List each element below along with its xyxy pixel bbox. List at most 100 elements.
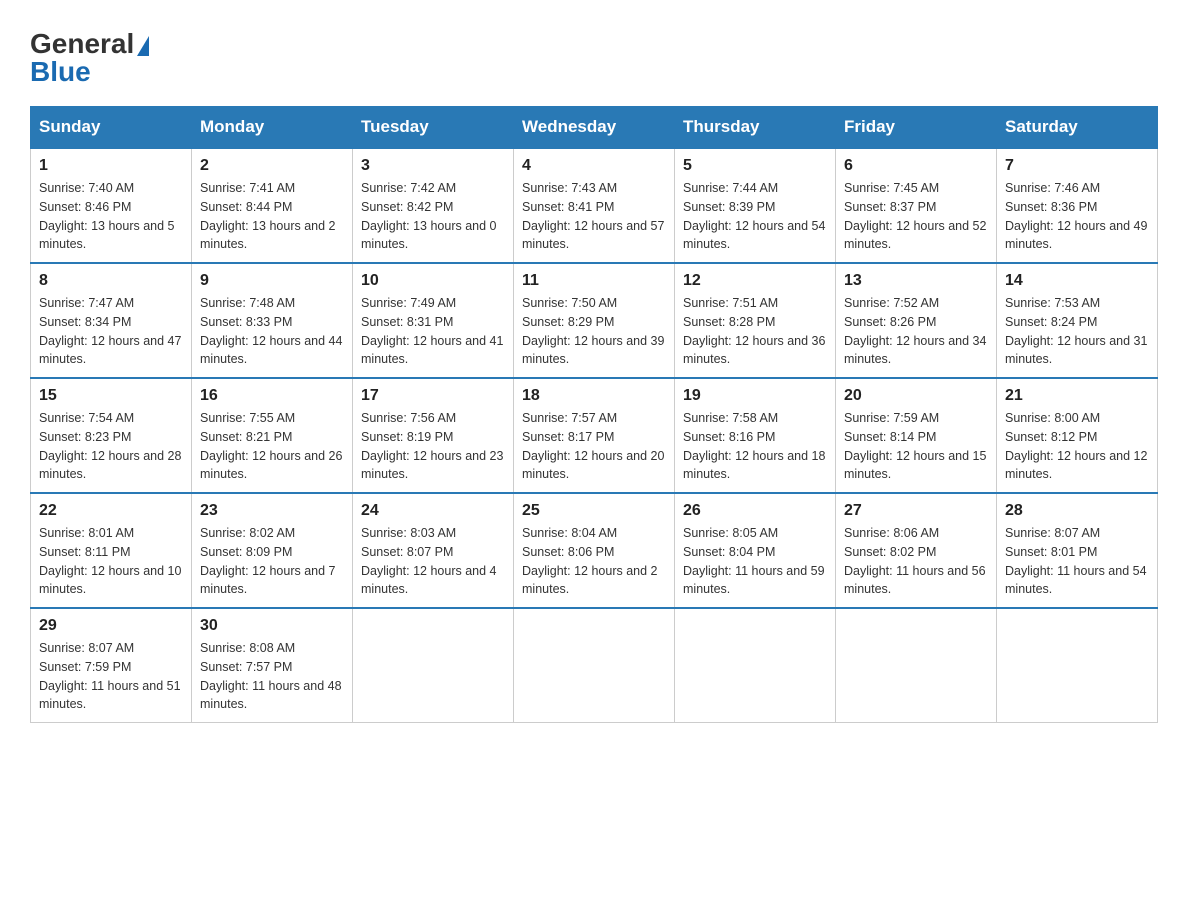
day-info: Sunrise: 7:49 AMSunset: 8:31 PMDaylight:… bbox=[361, 296, 503, 366]
day-info: Sunrise: 7:43 AMSunset: 8:41 PMDaylight:… bbox=[522, 181, 664, 251]
day-number: 18 bbox=[522, 387, 666, 405]
calendar-cell: 29 Sunrise: 8:07 AMSunset: 7:59 PMDaylig… bbox=[31, 608, 192, 723]
calendar-cell: 7 Sunrise: 7:46 AMSunset: 8:36 PMDayligh… bbox=[997, 148, 1158, 263]
day-number: 3 bbox=[361, 157, 505, 175]
logo-blue-text: Blue bbox=[30, 58, 91, 86]
day-info: Sunrise: 7:48 AMSunset: 8:33 PMDaylight:… bbox=[200, 296, 342, 366]
calendar-cell: 4 Sunrise: 7:43 AMSunset: 8:41 PMDayligh… bbox=[514, 148, 675, 263]
calendar-cell: 30 Sunrise: 8:08 AMSunset: 7:57 PMDaylig… bbox=[192, 608, 353, 723]
day-number: 24 bbox=[361, 502, 505, 520]
day-info: Sunrise: 7:47 AMSunset: 8:34 PMDaylight:… bbox=[39, 296, 181, 366]
calendar-cell: 27 Sunrise: 8:06 AMSunset: 8:02 PMDaylig… bbox=[836, 493, 997, 608]
day-number: 22 bbox=[39, 502, 183, 520]
day-info: Sunrise: 7:45 AMSunset: 8:37 PMDaylight:… bbox=[844, 181, 986, 251]
week-row-4: 22 Sunrise: 8:01 AMSunset: 8:11 PMDaylig… bbox=[31, 493, 1158, 608]
day-number: 28 bbox=[1005, 502, 1149, 520]
day-info: Sunrise: 7:42 AMSunset: 8:42 PMDaylight:… bbox=[361, 181, 497, 251]
calendar-cell: 16 Sunrise: 7:55 AMSunset: 8:21 PMDaylig… bbox=[192, 378, 353, 493]
day-info: Sunrise: 8:02 AMSunset: 8:09 PMDaylight:… bbox=[200, 526, 336, 596]
day-number: 5 bbox=[683, 157, 827, 175]
calendar-cell: 3 Sunrise: 7:42 AMSunset: 8:42 PMDayligh… bbox=[353, 148, 514, 263]
logo-general-text: General bbox=[30, 30, 149, 58]
weekday-header-monday: Monday bbox=[192, 107, 353, 149]
day-number: 12 bbox=[683, 272, 827, 290]
day-number: 6 bbox=[844, 157, 988, 175]
day-info: Sunrise: 7:54 AMSunset: 8:23 PMDaylight:… bbox=[39, 411, 181, 481]
day-number: 29 bbox=[39, 617, 183, 635]
day-info: Sunrise: 8:08 AMSunset: 7:57 PMDaylight:… bbox=[200, 641, 342, 711]
calendar-cell: 24 Sunrise: 8:03 AMSunset: 8:07 PMDaylig… bbox=[353, 493, 514, 608]
week-row-2: 8 Sunrise: 7:47 AMSunset: 8:34 PMDayligh… bbox=[31, 263, 1158, 378]
calendar-cell: 12 Sunrise: 7:51 AMSunset: 8:28 PMDaylig… bbox=[675, 263, 836, 378]
day-info: Sunrise: 7:46 AMSunset: 8:36 PMDaylight:… bbox=[1005, 181, 1147, 251]
day-number: 20 bbox=[844, 387, 988, 405]
day-number: 27 bbox=[844, 502, 988, 520]
day-number: 4 bbox=[522, 157, 666, 175]
day-info: Sunrise: 7:56 AMSunset: 8:19 PMDaylight:… bbox=[361, 411, 503, 481]
day-number: 11 bbox=[522, 272, 666, 290]
day-number: 25 bbox=[522, 502, 666, 520]
calendar-cell bbox=[836, 608, 997, 723]
day-info: Sunrise: 7:50 AMSunset: 8:29 PMDaylight:… bbox=[522, 296, 664, 366]
day-number: 23 bbox=[200, 502, 344, 520]
weekday-header-row: SundayMondayTuesdayWednesdayThursdayFrid… bbox=[31, 107, 1158, 149]
day-number: 9 bbox=[200, 272, 344, 290]
week-row-1: 1 Sunrise: 7:40 AMSunset: 8:46 PMDayligh… bbox=[31, 148, 1158, 263]
calendar-cell: 6 Sunrise: 7:45 AMSunset: 8:37 PMDayligh… bbox=[836, 148, 997, 263]
calendar-cell bbox=[997, 608, 1158, 723]
calendar-table: SundayMondayTuesdayWednesdayThursdayFrid… bbox=[30, 106, 1158, 723]
calendar-cell: 10 Sunrise: 7:49 AMSunset: 8:31 PMDaylig… bbox=[353, 263, 514, 378]
calendar-cell bbox=[514, 608, 675, 723]
calendar-cell: 5 Sunrise: 7:44 AMSunset: 8:39 PMDayligh… bbox=[675, 148, 836, 263]
day-info: Sunrise: 8:04 AMSunset: 8:06 PMDaylight:… bbox=[522, 526, 658, 596]
day-info: Sunrise: 7:52 AMSunset: 8:26 PMDaylight:… bbox=[844, 296, 986, 366]
calendar-cell bbox=[675, 608, 836, 723]
week-row-3: 15 Sunrise: 7:54 AMSunset: 8:23 PMDaylig… bbox=[31, 378, 1158, 493]
day-number: 7 bbox=[1005, 157, 1149, 175]
week-row-5: 29 Sunrise: 8:07 AMSunset: 7:59 PMDaylig… bbox=[31, 608, 1158, 723]
day-number: 21 bbox=[1005, 387, 1149, 405]
calendar-cell: 22 Sunrise: 8:01 AMSunset: 8:11 PMDaylig… bbox=[31, 493, 192, 608]
day-info: Sunrise: 7:57 AMSunset: 8:17 PMDaylight:… bbox=[522, 411, 664, 481]
calendar-cell: 17 Sunrise: 7:56 AMSunset: 8:19 PMDaylig… bbox=[353, 378, 514, 493]
day-info: Sunrise: 7:55 AMSunset: 8:21 PMDaylight:… bbox=[200, 411, 342, 481]
day-number: 2 bbox=[200, 157, 344, 175]
day-info: Sunrise: 8:07 AMSunset: 7:59 PMDaylight:… bbox=[39, 641, 181, 711]
day-number: 8 bbox=[39, 272, 183, 290]
calendar-cell: 28 Sunrise: 8:07 AMSunset: 8:01 PMDaylig… bbox=[997, 493, 1158, 608]
day-number: 16 bbox=[200, 387, 344, 405]
day-number: 1 bbox=[39, 157, 183, 175]
day-info: Sunrise: 8:06 AMSunset: 8:02 PMDaylight:… bbox=[844, 526, 986, 596]
day-info: Sunrise: 8:05 AMSunset: 8:04 PMDaylight:… bbox=[683, 526, 825, 596]
calendar-cell: 18 Sunrise: 7:57 AMSunset: 8:17 PMDaylig… bbox=[514, 378, 675, 493]
day-info: Sunrise: 7:59 AMSunset: 8:14 PMDaylight:… bbox=[844, 411, 986, 481]
day-info: Sunrise: 8:07 AMSunset: 8:01 PMDaylight:… bbox=[1005, 526, 1147, 596]
page-header: General Blue bbox=[30, 30, 1158, 86]
calendar-cell: 19 Sunrise: 7:58 AMSunset: 8:16 PMDaylig… bbox=[675, 378, 836, 493]
calendar-cell: 21 Sunrise: 8:00 AMSunset: 8:12 PMDaylig… bbox=[997, 378, 1158, 493]
day-number: 10 bbox=[361, 272, 505, 290]
weekday-header-friday: Friday bbox=[836, 107, 997, 149]
calendar-cell: 8 Sunrise: 7:47 AMSunset: 8:34 PMDayligh… bbox=[31, 263, 192, 378]
day-number: 13 bbox=[844, 272, 988, 290]
calendar-cell: 14 Sunrise: 7:53 AMSunset: 8:24 PMDaylig… bbox=[997, 263, 1158, 378]
day-info: Sunrise: 8:00 AMSunset: 8:12 PMDaylight:… bbox=[1005, 411, 1147, 481]
calendar-cell bbox=[353, 608, 514, 723]
day-number: 15 bbox=[39, 387, 183, 405]
calendar-cell: 1 Sunrise: 7:40 AMSunset: 8:46 PMDayligh… bbox=[31, 148, 192, 263]
calendar-cell: 9 Sunrise: 7:48 AMSunset: 8:33 PMDayligh… bbox=[192, 263, 353, 378]
day-info: Sunrise: 7:53 AMSunset: 8:24 PMDaylight:… bbox=[1005, 296, 1147, 366]
calendar-cell: 15 Sunrise: 7:54 AMSunset: 8:23 PMDaylig… bbox=[31, 378, 192, 493]
day-number: 14 bbox=[1005, 272, 1149, 290]
weekday-header-wednesday: Wednesday bbox=[514, 107, 675, 149]
calendar-cell: 2 Sunrise: 7:41 AMSunset: 8:44 PMDayligh… bbox=[192, 148, 353, 263]
day-number: 30 bbox=[200, 617, 344, 635]
calendar-cell: 25 Sunrise: 8:04 AMSunset: 8:06 PMDaylig… bbox=[514, 493, 675, 608]
calendar-cell: 13 Sunrise: 7:52 AMSunset: 8:26 PMDaylig… bbox=[836, 263, 997, 378]
day-info: Sunrise: 7:58 AMSunset: 8:16 PMDaylight:… bbox=[683, 411, 825, 481]
weekday-header-sunday: Sunday bbox=[31, 107, 192, 149]
day-info: Sunrise: 7:44 AMSunset: 8:39 PMDaylight:… bbox=[683, 181, 825, 251]
calendar-cell: 11 Sunrise: 7:50 AMSunset: 8:29 PMDaylig… bbox=[514, 263, 675, 378]
weekday-header-thursday: Thursday bbox=[675, 107, 836, 149]
calendar-cell: 23 Sunrise: 8:02 AMSunset: 8:09 PMDaylig… bbox=[192, 493, 353, 608]
